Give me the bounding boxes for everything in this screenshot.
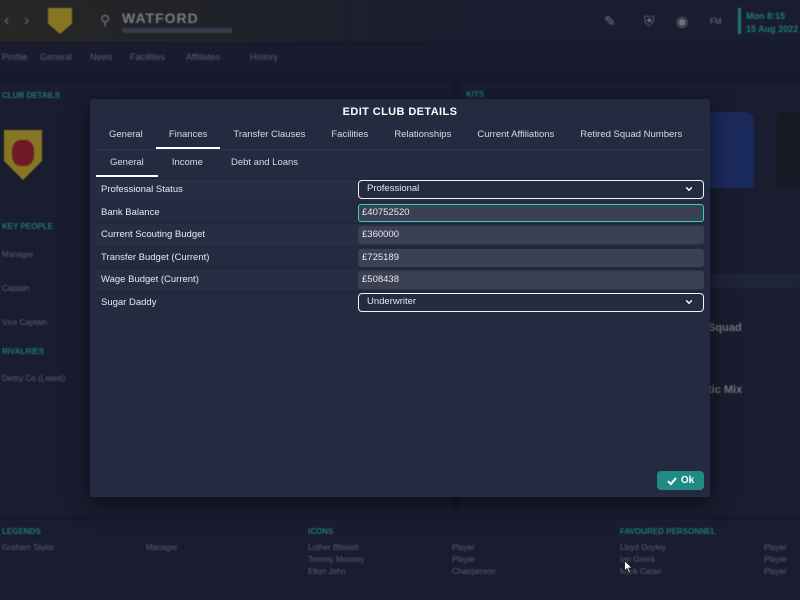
finance-fields: Professional Status Professional Bank Ba…: [96, 178, 704, 313]
row-transfer-budget: Transfer Budget (Current) £725189: [96, 245, 704, 269]
wage-budget-label: Wage Budget (Current): [101, 274, 199, 285]
row-sugar-daddy: Sugar Daddy Underwriter: [96, 290, 704, 314]
tab-retired-squad-numbers[interactable]: Retired Squad Numbers: [567, 125, 695, 149]
bank-balance-label: Bank Balance: [101, 206, 160, 218]
row-professional-status: Professional Status Professional: [96, 178, 704, 201]
icon-role-3: Chairperson: [452, 567, 496, 576]
icon-name-2: Tommy Mooney: [308, 555, 365, 564]
subtab-income[interactable]: Income: [158, 153, 217, 177]
chevron-down-icon: [685, 186, 693, 192]
professional-status-label: Professional Status: [101, 184, 183, 195]
transfer-budget-label: Transfer Budget (Current): [101, 251, 210, 263]
tab-facilities[interactable]: Facilities: [318, 125, 381, 149]
scouting-budget-label: Current Scouting Budget: [101, 229, 206, 240]
fav-role-2: Player: [764, 555, 787, 564]
nav-affiliates: Affiliates: [186, 52, 220, 62]
professional-status-value: Professional: [367, 183, 420, 194]
date-day: 15 Aug 2022: [746, 24, 799, 34]
row-bank-balance: Bank Balance £40752520: [96, 200, 704, 224]
club-details-heading: CLUB DETAILS: [2, 91, 61, 100]
tab-transfer-clauses[interactable]: Transfer Clauses: [220, 125, 318, 149]
scouting-budget-input[interactable]: £360000: [358, 226, 704, 244]
edit-club-details-dialog: EDIT CLUB DETAILS General Finances Trans…: [90, 99, 710, 497]
edit-icon: ✎: [604, 13, 616, 29]
fav-role-1: Player: [764, 543, 787, 552]
key-people-heading: KEY PEOPLE: [2, 222, 53, 231]
nav-profile: Profile: [2, 52, 28, 62]
nav-general: General: [40, 52, 73, 62]
tab-current-affiliations[interactable]: Current Affiliations: [464, 125, 567, 149]
key-person-manager: Manager: [2, 250, 34, 259]
home-kit-shirt: [706, 112, 754, 188]
rival-club: Derby Co (Latest): [2, 374, 66, 383]
fav-name-1: Lloyd Doyley: [620, 543, 666, 552]
away-kit-shirt: [776, 112, 800, 188]
tab-finances[interactable]: Finances: [155, 125, 221, 149]
rivalries-heading: RIVALRIES: [2, 347, 45, 356]
forward-arrow-icon: ›: [24, 12, 30, 29]
row-current-scouting-budget: Current Scouting Budget £360000: [96, 223, 704, 246]
sugar-daddy-value: Underwriter: [367, 295, 417, 307]
row-wage-budget: Wage Budget (Current) £508438: [96, 268, 704, 291]
nav-news: News: [90, 52, 113, 62]
main-tabs: General Finances Transfer Clauses Facili…: [96, 125, 695, 149]
bank-balance-input[interactable]: £40752520: [358, 203, 704, 222]
club-name: WATFORD: [122, 10, 199, 26]
club-subnav: Profile General News Facilities Affiliat…: [0, 44, 800, 70]
kit-bar: [706, 274, 800, 288]
kits-heading: KITS: [466, 90, 485, 99]
checkmark-icon: [667, 476, 677, 485]
club-crest-icon: [48, 8, 72, 34]
help-icon: ◉: [676, 13, 689, 29]
sugar-daddy-select[interactable]: Underwriter: [358, 292, 704, 312]
professional-status-select[interactable]: Professional: [358, 180, 704, 199]
sub-tabs: General Income Debt and Loans: [96, 153, 312, 177]
icons-heading: ICONS: [308, 527, 334, 536]
fav-role-3: Player: [764, 567, 787, 576]
transfer-budget-input[interactable]: £725189: [358, 248, 704, 267]
icon-name-3: Elton John: [308, 567, 346, 576]
wage-budget-input[interactable]: £508438: [358, 271, 704, 289]
key-person-vice-captain: Vice Captain: [2, 318, 48, 327]
squad-snippet: Squad: [708, 322, 742, 334]
date-accent: [738, 8, 741, 34]
tab-relationships[interactable]: Relationships: [381, 125, 464, 149]
icon-role-2: Player: [452, 555, 475, 564]
tactic-snippet: tic Mix: [708, 384, 743, 396]
mouse-cursor-icon: [624, 560, 634, 574]
dialog-title: EDIT CLUB DETAILS: [342, 106, 458, 118]
sugar-daddy-label: Sugar Daddy: [101, 296, 157, 308]
date-time: Mon 8:15: [746, 11, 786, 21]
top-bar: ‹ › ⚲ WATFORD ✎ ⛨ ◉ FM Mon 8:15 15 Aug 2…: [0, 0, 800, 42]
favoured-personnel-heading: FAVOURED PERSONNEL: [620, 527, 716, 536]
tab-general[interactable]: General: [96, 125, 156, 149]
legend-name: Graham Taylor: [2, 543, 55, 552]
icon-role-1: Player: [452, 543, 475, 552]
nav-history: History: [250, 52, 279, 62]
search-icon: ⚲: [100, 12, 111, 28]
subtab-debt-and-loans[interactable]: Debt and Loans: [217, 153, 312, 177]
chevron-down-icon: [685, 299, 693, 304]
legends-heading: LEGENDS: [2, 527, 41, 536]
back-arrow-icon: ‹: [4, 12, 10, 29]
icon-name-1: Luther Blissett: [308, 543, 359, 552]
ok-button-label: Ok: [680, 475, 695, 486]
nav-facilities: Facilities: [130, 52, 166, 62]
club-subtitle: [122, 28, 232, 33]
fm-logo-icon: FM: [710, 17, 722, 26]
subtab-general[interactable]: General: [96, 153, 158, 177]
tab-divider: [96, 149, 704, 150]
shield-icon: ⛨: [644, 13, 655, 29]
key-person-captain: Captain: [2, 284, 30, 293]
legend-role: Manager: [146, 543, 178, 552]
ok-button[interactable]: Ok: [657, 471, 704, 490]
